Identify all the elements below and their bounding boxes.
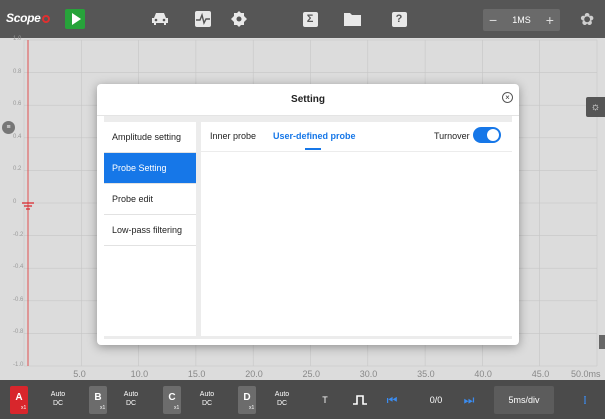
probe-tabs: Inner probe User-defined probe Turnover (201, 122, 512, 152)
y-tick-label: 1.0 (13, 36, 22, 42)
x-tick-label: 5.0 (73, 369, 86, 379)
y-tick-label: -0.8 (13, 329, 24, 336)
page-counter: 0/0 (429, 395, 443, 405)
channel-b-coupling[interactable]: Auto DC (120, 390, 142, 408)
trigger-button[interactable]: T (315, 386, 335, 414)
x-tick-label: 25.0 (302, 369, 321, 379)
app-logo: Scope (6, 11, 50, 25)
y-tick-label: -0.4 (13, 264, 24, 271)
sidebar-item-probe-setting[interactable]: Probe Setting (104, 153, 196, 184)
trigger-edge-icon[interactable] (350, 386, 370, 414)
active-tab-indicator (305, 148, 321, 150)
x-tick-label: 15.0 (187, 369, 206, 379)
dialog-title: Setting (97, 84, 519, 116)
dialog-body: Amplitude setting Probe Setting Probe ed… (104, 116, 512, 339)
light-bulb-icon[interactable]: ☼ (586, 97, 605, 117)
timebase-decrease-button[interactable]: − (489, 12, 497, 28)
turnover-label: Turnover (434, 131, 470, 141)
channel-offset-knob[interactable]: ≡ (2, 121, 15, 134)
timediv-button[interactable]: 5ms/div (494, 386, 554, 414)
top-toolbar: Scope Σ ? − 1MS + ✿ (0, 0, 605, 38)
side-panel-handle[interactable] (599, 335, 605, 349)
channel-a-coupling[interactable]: Auto DC (47, 390, 69, 408)
x-tick-label: 10.0 (130, 369, 149, 379)
timebase-increase-button[interactable]: + (546, 12, 554, 28)
sidebar-item-probe-edit[interactable]: Probe edit (104, 184, 196, 215)
y-tick-label: 0.4 (13, 133, 22, 140)
system-settings-icon[interactable]: ✿ (580, 10, 594, 30)
car-icon[interactable] (150, 9, 170, 29)
y-tick-label: -1.0 (13, 362, 24, 368)
channel-d-coupling[interactable]: Auto DC (271, 390, 293, 408)
waveform-icon[interactable] (193, 9, 213, 29)
x-tick-label: 45.0 (531, 369, 550, 379)
x-tick-label: 35.0 (417, 369, 435, 379)
tab-user-defined-probe[interactable]: User-defined probe (273, 131, 356, 141)
y-tick-label: 0 (13, 199, 17, 205)
channel-b-button[interactable]: Bx1 (89, 386, 107, 414)
settings-gear-icon[interactable] (229, 9, 249, 29)
close-button[interactable]: × (502, 92, 513, 103)
skip-forward-icon[interactable]: ⏭ (459, 386, 479, 414)
x-tick-label: 20.0 (245, 369, 263, 379)
folder-icon[interactable] (342, 9, 362, 29)
channel-c-coupling[interactable]: Auto DC (196, 390, 218, 408)
y-tick-label: -0.6 (13, 296, 24, 303)
skip-back-icon[interactable]: ⏮ (382, 386, 402, 414)
cursor-measure-icon[interactable]: ⫿ (574, 386, 596, 414)
sidebar-item-low-pass-filtering[interactable]: Low-pass filtering (104, 215, 196, 246)
play-button[interactable] (65, 9, 85, 29)
help-icon[interactable]: ? (389, 9, 409, 29)
x-tick-label: 30.0 (359, 369, 378, 379)
x-tick-label: 40.0 (474, 369, 492, 379)
y-tick-label: -0.2 (13, 231, 24, 238)
channel-a-button[interactable]: Ax1 (10, 386, 28, 414)
bottom-control-bar: Ax1 Auto DC Bx1 Auto DC Cx1 Auto DC Dx1 Aut… (0, 380, 605, 419)
y-tick-label: 0.8 (13, 68, 22, 75)
timebase-control: − 1MS + (483, 9, 560, 31)
timebase-value: 1MS (512, 15, 531, 25)
channel-d-button[interactable]: Dx1 (238, 386, 256, 414)
y-tick-label: 0.2 (13, 166, 22, 173)
settings-sidebar: Amplitude setting Probe Setting Probe ed… (104, 122, 196, 336)
setting-dialog: Setting × Amplitude setting Probe Settin… (97, 84, 519, 345)
y-tick-label: 0.6 (13, 101, 22, 108)
math-icon[interactable]: Σ (300, 9, 320, 29)
turnover-toggle[interactable] (473, 127, 501, 143)
tab-inner-probe[interactable]: Inner probe (210, 131, 256, 141)
sidebar-item-amplitude-setting[interactable]: Amplitude setting (104, 122, 196, 153)
x-tick-label: 50.0ms (571, 369, 601, 379)
channel-c-button[interactable]: Cx1 (163, 386, 181, 414)
probe-setting-panel: Inner probe User-defined probe Turnover (201, 122, 512, 336)
